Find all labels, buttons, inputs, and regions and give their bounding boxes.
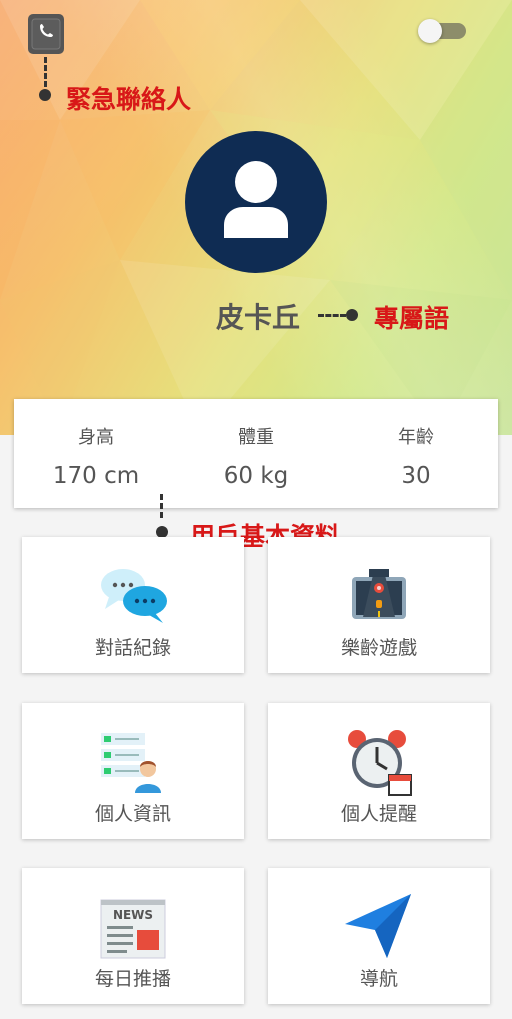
- info-value: 30: [401, 463, 431, 489]
- news-icon: NEWS: [100, 899, 166, 959]
- menu-tile-personal-info[interactable]: 個人資訊: [22, 703, 244, 839]
- menu-tile-chat-history[interactable]: 對話紀錄: [22, 537, 244, 673]
- annotation-exclusive-term: 專屬語: [374, 304, 450, 333]
- annotation-dot: [39, 89, 51, 101]
- info-weight: 體重 60 kg: [176, 399, 336, 489]
- toggle-knob: [418, 19, 442, 43]
- annotation-connector: [318, 314, 346, 317]
- menu-tile-daily-push[interactable]: NEWS 每日推播: [22, 868, 244, 1004]
- info-height: 身高 170 cm: [16, 399, 176, 489]
- user-icon: [224, 161, 288, 238]
- phone-book-icon: [31, 18, 61, 50]
- annotation-dot: [346, 309, 358, 321]
- info-label: 年齡: [398, 427, 434, 448]
- avatar[interactable]: [185, 131, 327, 273]
- emergency-contact-button[interactable]: [28, 14, 64, 54]
- info-label: 體重: [238, 427, 274, 448]
- toggle-switch[interactable]: [418, 19, 468, 43]
- menu-tile-navigation[interactable]: 導航: [268, 868, 490, 1004]
- annotation-emergency-contact: 緊急聯絡人: [66, 85, 192, 114]
- racing-game-icon: [352, 569, 406, 619]
- menu-tile-label: 個人資訊: [94, 803, 171, 825]
- info-age: 年齡 30: [336, 399, 496, 489]
- chat-bubbles-icon: [101, 569, 167, 623]
- menu-tile-label: 每日推播: [94, 968, 171, 990]
- personal-info-icon: [101, 733, 161, 793]
- info-label: 身高: [78, 427, 114, 448]
- menu-tile-label: 導航: [359, 968, 398, 990]
- annotation-connector: [44, 57, 47, 87]
- svg-text:NEWS: NEWS: [113, 908, 153, 922]
- info-value: 60 kg: [223, 463, 289, 489]
- menu-tile-senior-games[interactable]: 樂齡遊戲: [268, 537, 490, 673]
- user-name: 皮卡丘: [215, 301, 300, 334]
- annotation-connector: [160, 494, 163, 518]
- menu-tile-label: 樂齡遊戲: [340, 637, 417, 659]
- user-info-card: 身高 170 cm 體重 60 kg 年齡 30: [14, 399, 498, 508]
- menu-tile-personal-reminder[interactable]: 個人提醒: [268, 703, 490, 839]
- info-value: 170 cm: [52, 463, 140, 489]
- menu-tile-label: 對話紀錄: [94, 637, 171, 659]
- menu-tile-label: 個人提醒: [340, 803, 417, 825]
- alarm-clock-icon: [348, 730, 412, 796]
- navigation-arrow-icon: [345, 894, 411, 958]
